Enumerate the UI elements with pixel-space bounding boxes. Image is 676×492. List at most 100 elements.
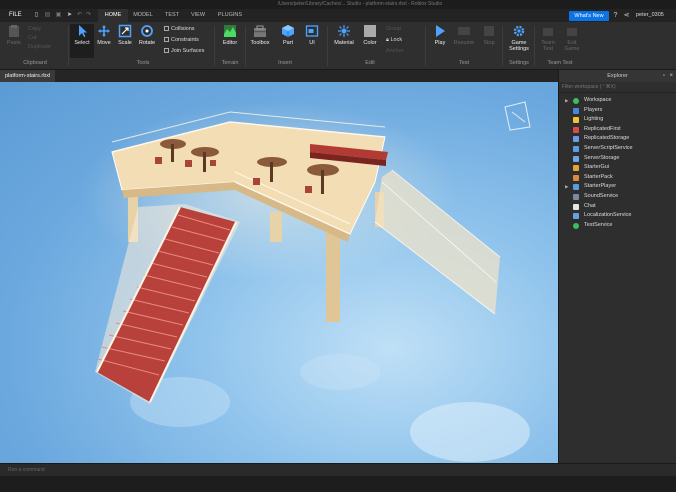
command-bar[interactable]: Run a command [0, 463, 676, 476]
explorer-item-testservice[interactable]: TestService [559, 221, 676, 231]
constraints-checkbox[interactable] [164, 37, 169, 43]
game-settings-button[interactable]: Game Settings [506, 24, 532, 52]
scene-render [80, 101, 531, 462]
explorer-panel: Explorer ▫ × Filter workspace (⌃⌘X) ▶ Wor… [558, 70, 676, 463]
cursor-icon [79, 25, 87, 37]
rotate-tool-button[interactable]: Rotate [135, 24, 159, 46]
redo-icon[interactable]: ↷ [85, 12, 92, 19]
join-surfaces-toggle[interactable]: Join Surfaces [164, 47, 204, 55]
constraints-toggle[interactable]: Constraints [164, 36, 199, 44]
tab-view[interactable]: VIEW [186, 9, 210, 22]
part-button[interactable]: Part [276, 24, 300, 46]
serverscriptservice-icon [573, 145, 579, 152]
document-tab[interactable]: platform-stairs.rbxl [0, 70, 56, 82]
toolbox-button[interactable]: Toolbox [247, 24, 273, 46]
save-icon[interactable]: ▣ [55, 12, 62, 19]
explorer-item-starterplayer[interactable]: ▶ StarterPlayer [559, 182, 676, 192]
explorer-item-label: LocalizationService [584, 212, 632, 219]
exit-icon [567, 28, 577, 36]
paste-button[interactable]: Paste [2, 24, 26, 46]
rotate-icon [141, 25, 153, 37]
scale-icon [118, 24, 132, 38]
team-test-button[interactable]: Team Test [536, 24, 560, 52]
tab-plugins[interactable]: PLUGINS [213, 9, 247, 22]
duplicate-button[interactable]: Duplicate [28, 43, 51, 51]
light-source-gizmo [504, 101, 531, 131]
clipboard-group-label: Clipboard [23, 60, 47, 66]
ui-button[interactable]: UI [300, 24, 324, 46]
pointer-icon[interactable]: ➤ [66, 12, 73, 19]
ribbon-separator [327, 26, 328, 66]
title-bar: /Users/peter/Library/Caches/... Studio -… [0, 0, 676, 9]
cloud [410, 402, 530, 462]
settings-group-label: Settings [509, 60, 529, 66]
material-button[interactable]: Material [330, 24, 358, 46]
explorer-item-label: ServerStorage [584, 154, 620, 161]
starterplayer-icon [573, 184, 579, 191]
explorer-item-label: Workspace [584, 97, 612, 103]
explorer-item-label: StarterGui [584, 164, 610, 171]
soundservice-icon [573, 193, 579, 200]
tab-test[interactable]: TEST [160, 9, 184, 22]
undock-icon[interactable]: ▫ [663, 70, 665, 82]
starterpack-icon [573, 174, 579, 181]
chat-icon [573, 203, 579, 210]
collisions-checkbox[interactable] [164, 26, 169, 32]
insert-group-label: Insert [278, 60, 292, 66]
expand-arrow-icon[interactable]: ▶ [565, 182, 568, 192]
roblox-studio-window: /Users/peter/Library/Caches/... Studio -… [0, 0, 676, 492]
close-icon[interactable]: × [669, 70, 673, 82]
open-file-icon[interactable]: ▤ [44, 12, 51, 19]
collisions-toggle[interactable]: Collisions [164, 25, 195, 33]
join-surfaces-checkbox[interactable] [164, 48, 169, 54]
username-label[interactable]: peter_0305 [636, 9, 664, 22]
expand-arrow-icon[interactable]: ▶ [565, 96, 568, 106]
explorer-item-label: StarterPlayer [584, 183, 617, 190]
play-button[interactable]: Play [428, 24, 452, 46]
3d-viewport[interactable] [0, 82, 558, 463]
color-button[interactable]: Color [358, 24, 382, 46]
new-file-icon[interactable]: ▯ [33, 12, 40, 19]
explorer-item-lighting[interactable]: Lighting [559, 115, 676, 125]
stop-button[interactable]: Stop [477, 24, 501, 46]
file-menu[interactable]: FILE [9, 9, 22, 22]
resume-icon [458, 27, 470, 35]
cut-button[interactable]: Cut [28, 34, 37, 42]
explorer-item-workspace[interactable]: ▶ Workspace [559, 96, 676, 106]
undo-icon[interactable]: ↶ [76, 12, 83, 19]
resume-button[interactable]: Resume [452, 24, 476, 46]
lock-button[interactable]: 🔒︎ Lock [386, 36, 402, 44]
group-button[interactable]: Group [386, 25, 401, 33]
ribbon-separator [502, 26, 503, 66]
ribbon-separator [245, 26, 246, 66]
material-icon [338, 25, 350, 37]
explorer-item-label: StarterPack [584, 173, 613, 180]
tab-home[interactable]: HOME [98, 9, 128, 22]
toolbox-icon [254, 25, 266, 37]
tab-model[interactable]: MODEL [129, 9, 157, 22]
terrain-editor-button[interactable]: Editor [218, 24, 242, 46]
scale-tool-button[interactable]: Scale [113, 24, 137, 46]
explorer-item-starterpack[interactable]: StarterPack [559, 173, 676, 183]
color-swatch-icon [364, 25, 376, 37]
whats-new-button[interactable]: What's New [569, 11, 609, 21]
explorer-item-serverscriptservice[interactable]: ServerScriptService [559, 144, 676, 154]
part-cube-icon [282, 25, 294, 37]
replicatedfirst-icon [573, 126, 579, 133]
explorer-item-soundservice[interactable]: SoundService [559, 192, 676, 202]
explorer-header: Explorer ▫ × [559, 70, 676, 82]
explorer-item-localizationservice[interactable]: LocalizationService [559, 211, 676, 221]
explorer-item-serverstorage[interactable]: ServerStorage [559, 154, 676, 164]
share-icon[interactable]: ⋖ [622, 11, 631, 20]
anchor-button[interactable]: Anchor [386, 47, 403, 55]
copy-button[interactable]: Copy [28, 25, 41, 33]
select-tool-button[interactable]: Select [70, 24, 94, 58]
explorer-item-chat[interactable]: Chat [559, 202, 676, 212]
explorer-item-replicatedstorage[interactable]: ReplicatedStorage [559, 134, 676, 144]
help-icon[interactable]: ? [611, 11, 620, 20]
explorer-item-players[interactable]: Players [559, 106, 676, 116]
explorer-item-replicatedfirst[interactable]: ReplicatedFirst [559, 125, 676, 135]
explorer-filter-input[interactable]: Filter workspace (⌃⌘X) [559, 82, 676, 93]
exit-game-button[interactable]: Exit Game [560, 24, 584, 52]
explorer-item-startergui[interactable]: StarterGui [559, 163, 676, 173]
